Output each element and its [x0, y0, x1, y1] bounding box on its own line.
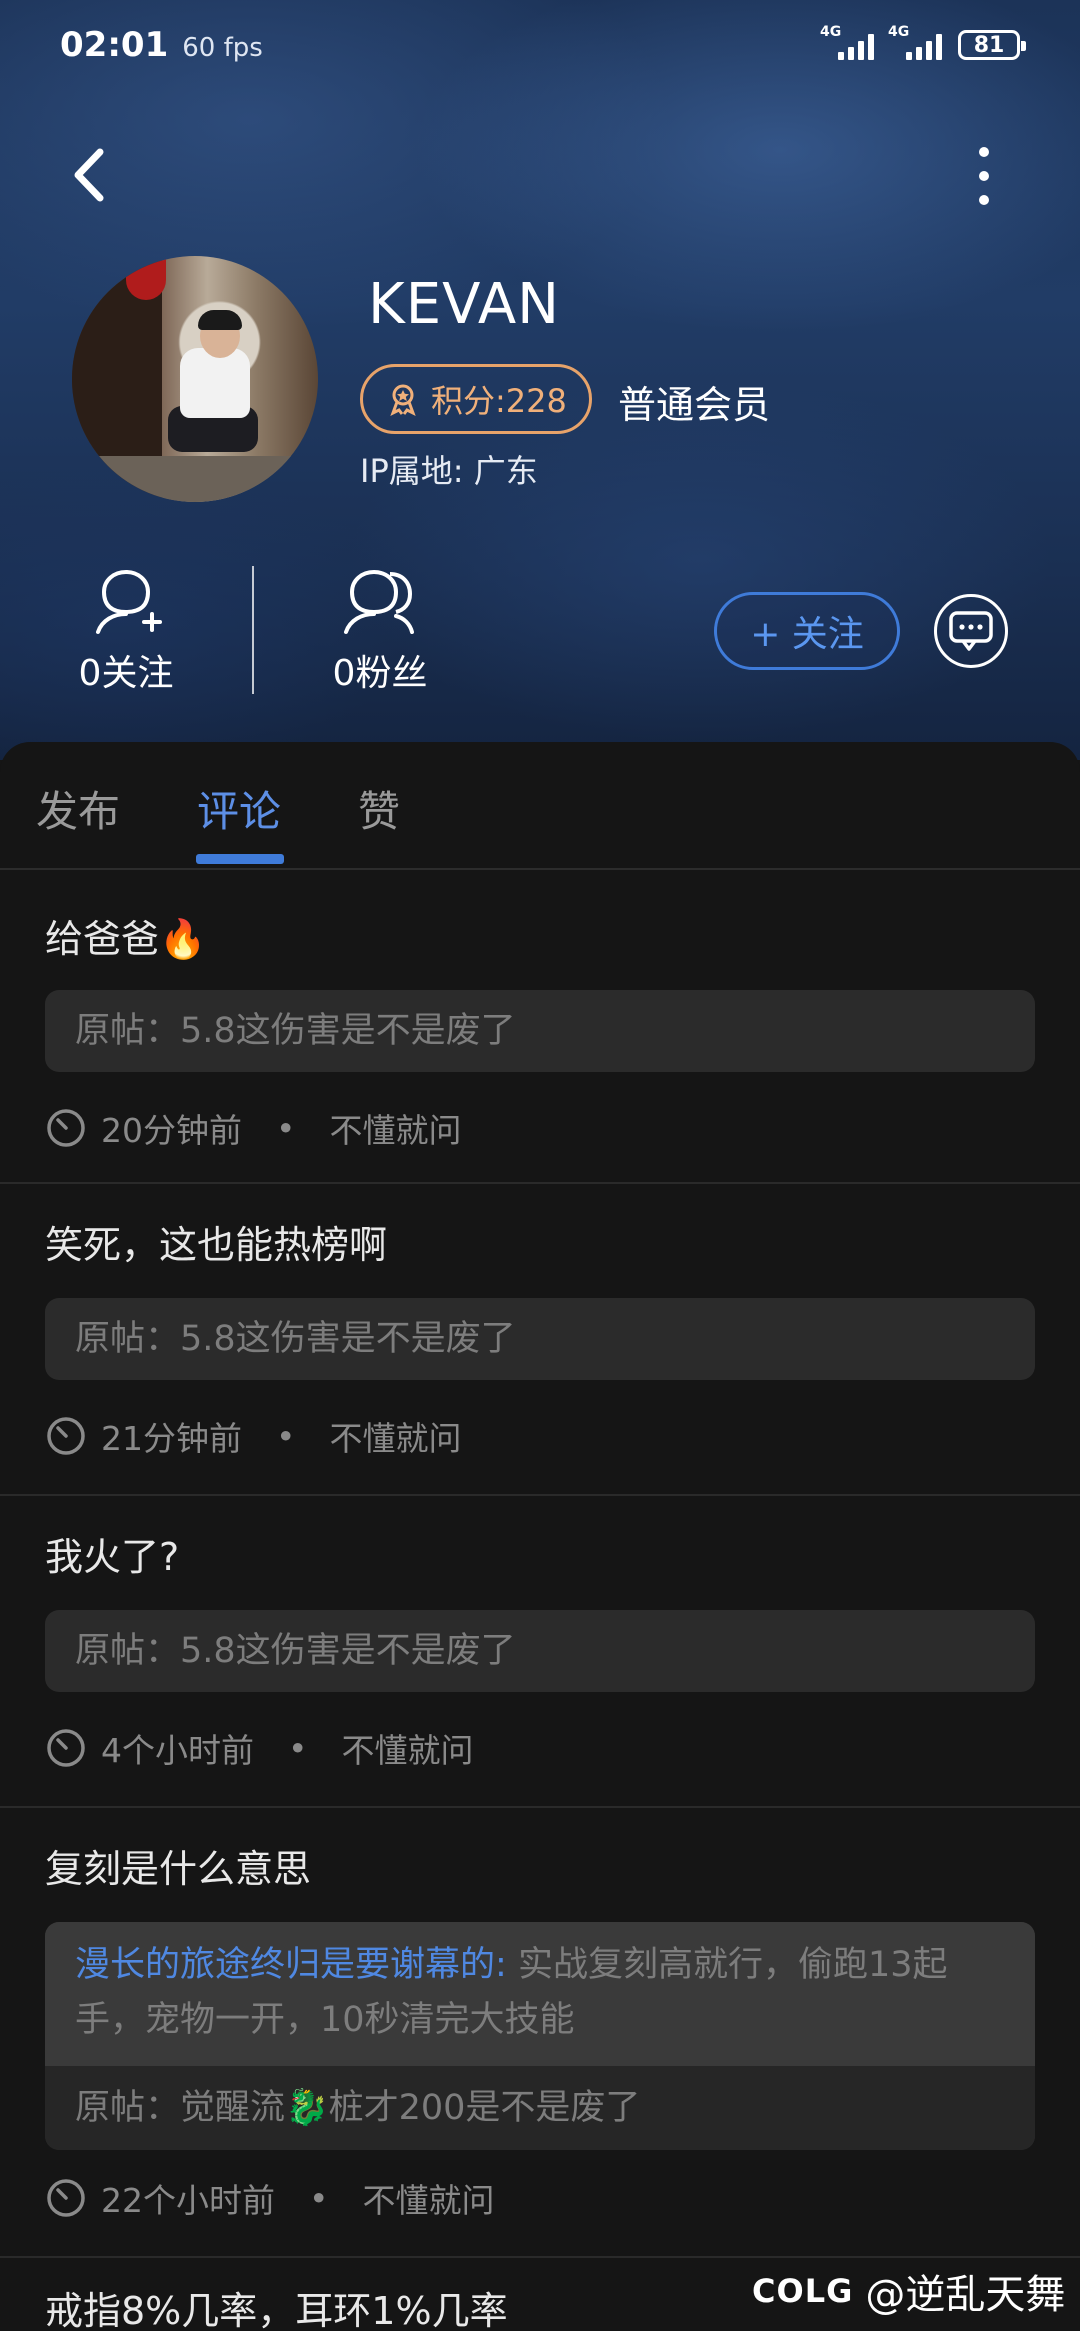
clock-icon: [47, 1729, 85, 1767]
more-vertical-icon: [979, 147, 989, 205]
comment-text: 我火了?: [45, 1535, 180, 1579]
comment-meta: 4个小时前 • 不懂就问: [45, 1724, 473, 1772]
watermark: COLG @逆乱天舞: [752, 2262, 1065, 2320]
comment-board[interactable]: 不懂就问: [329, 1104, 461, 1152]
stats-divider: [252, 566, 254, 694]
signal-icon: 4G: [820, 24, 874, 60]
original-post[interactable]: 原帖：5.8这伤害是不是废了: [45, 1610, 1035, 1692]
comment-text: 给爸爸🔥: [45, 917, 207, 961]
reply-author[interactable]: 漫长的旅途终归是要谢幕的:: [75, 1945, 507, 1985]
ip-location: IP属地: 广东: [360, 452, 538, 490]
comment-item[interactable]: 笑死，这也能热榜啊 原帖：5.8这伤害是不是废了 21分钟前 • 不懂就问: [0, 1184, 1080, 1496]
watermark-name: @逆乱天舞: [865, 2272, 1066, 2318]
comment-text: 戒指8%几率，耳环1%几率: [45, 2289, 508, 2331]
comment-time: 20分钟前: [101, 1111, 242, 1150]
followers-stat[interactable]: 0粉丝: [300, 566, 460, 696]
following-stat[interactable]: 0关注: [46, 566, 206, 696]
username: KEVAN: [368, 272, 561, 337]
comment-text: 复刻是什么意思: [45, 1847, 312, 1891]
message-button[interactable]: [934, 594, 1008, 668]
avatar[interactable]: [72, 256, 318, 502]
comment-meta: 21分钟前 • 不懂就问: [45, 1412, 461, 1460]
tab-posts[interactable]: 发布: [36, 778, 120, 839]
comment-meta: 20分钟前 • 不懂就问: [45, 1104, 461, 1152]
tab-likes[interactable]: 赞: [358, 778, 400, 839]
reply-box[interactable]: 漫长的旅途终归是要谢幕的: 实战复刻高就行，偷跑13起手，宠物一开，10秒清完大…: [45, 1922, 1035, 2150]
signal-icon-2: 4G: [888, 24, 942, 60]
back-button[interactable]: [60, 140, 120, 210]
comment-meta: 22个小时前 • 不懂就问: [45, 2174, 494, 2222]
following-count: 0关注: [78, 653, 174, 694]
comment-time: 21分钟前: [101, 1419, 242, 1458]
comment-board[interactable]: 不懂就问: [329, 1412, 461, 1460]
battery-icon: 81: [958, 30, 1026, 60]
tab-comments[interactable]: 评论: [197, 778, 281, 839]
comment-time: 4个小时前: [101, 1731, 254, 1770]
more-options-button[interactable]: [960, 140, 1000, 210]
medal-icon: [390, 384, 416, 417]
tab-bar: 发布 评论 赞: [0, 742, 1080, 870]
status-fps: 60 fps: [182, 33, 263, 63]
clock-icon: [47, 1109, 85, 1147]
status-bar: 02:01 60 fps 4G 4G 81: [0, 0, 1080, 90]
comment-board[interactable]: 不懂就问: [362, 2174, 494, 2222]
reply-quote: 漫长的旅途终归是要谢幕的: 实战复刻高就行，偷跑13起手，宠物一开，10秒清完大…: [45, 1922, 1035, 2066]
points-text: 积分:228: [431, 382, 567, 420]
comment-time: 22个小时前: [101, 2181, 275, 2220]
comment-item[interactable]: 给爸爸🔥 原帖：5.8这伤害是不是废了 20分钟前 • 不懂就问: [0, 872, 1080, 1184]
clock-icon: [47, 2179, 85, 2217]
comment-item[interactable]: 复刻是什么意思 漫长的旅途终归是要谢幕的: 实战复刻高就行，偷跑13起手，宠物一…: [0, 1808, 1080, 2258]
user-plus-icon: [96, 569, 162, 634]
content-panel: 发布 评论 赞 给爸爸🔥 原帖：5.8这伤害是不是废了 20分钟前 • 不懂就问…: [0, 742, 1080, 2331]
followers-count: 0粉丝: [332, 653, 428, 694]
original-post[interactable]: 原帖：5.8这伤害是不是废了: [45, 1298, 1035, 1380]
member-level: 普通会员: [618, 383, 771, 427]
comment-text: 笑死，这也能热榜啊: [45, 1223, 388, 1267]
chat-icon: [949, 611, 993, 651]
original-post[interactable]: 原帖：5.8这伤害是不是废了: [45, 990, 1035, 1072]
active-tab-indicator: [196, 854, 284, 864]
chevron-left-icon: [74, 148, 104, 202]
original-post[interactable]: 原帖：觉醒流🐉桩才200是不是废了: [45, 2066, 1035, 2150]
comment-board[interactable]: 不懂就问: [341, 1724, 473, 1772]
watermark-logo: COLG: [752, 2272, 854, 2310]
clock-icon: [47, 1417, 85, 1455]
comment-item[interactable]: 我火了? 原帖：5.8这伤害是不是废了 4个小时前 • 不懂就问: [0, 1496, 1080, 1808]
users-icon: [344, 569, 414, 634]
follow-button[interactable]: + 关注: [714, 592, 900, 670]
status-time: 02:01: [60, 25, 169, 65]
points-badge[interactable]: 积分:228: [360, 364, 592, 434]
